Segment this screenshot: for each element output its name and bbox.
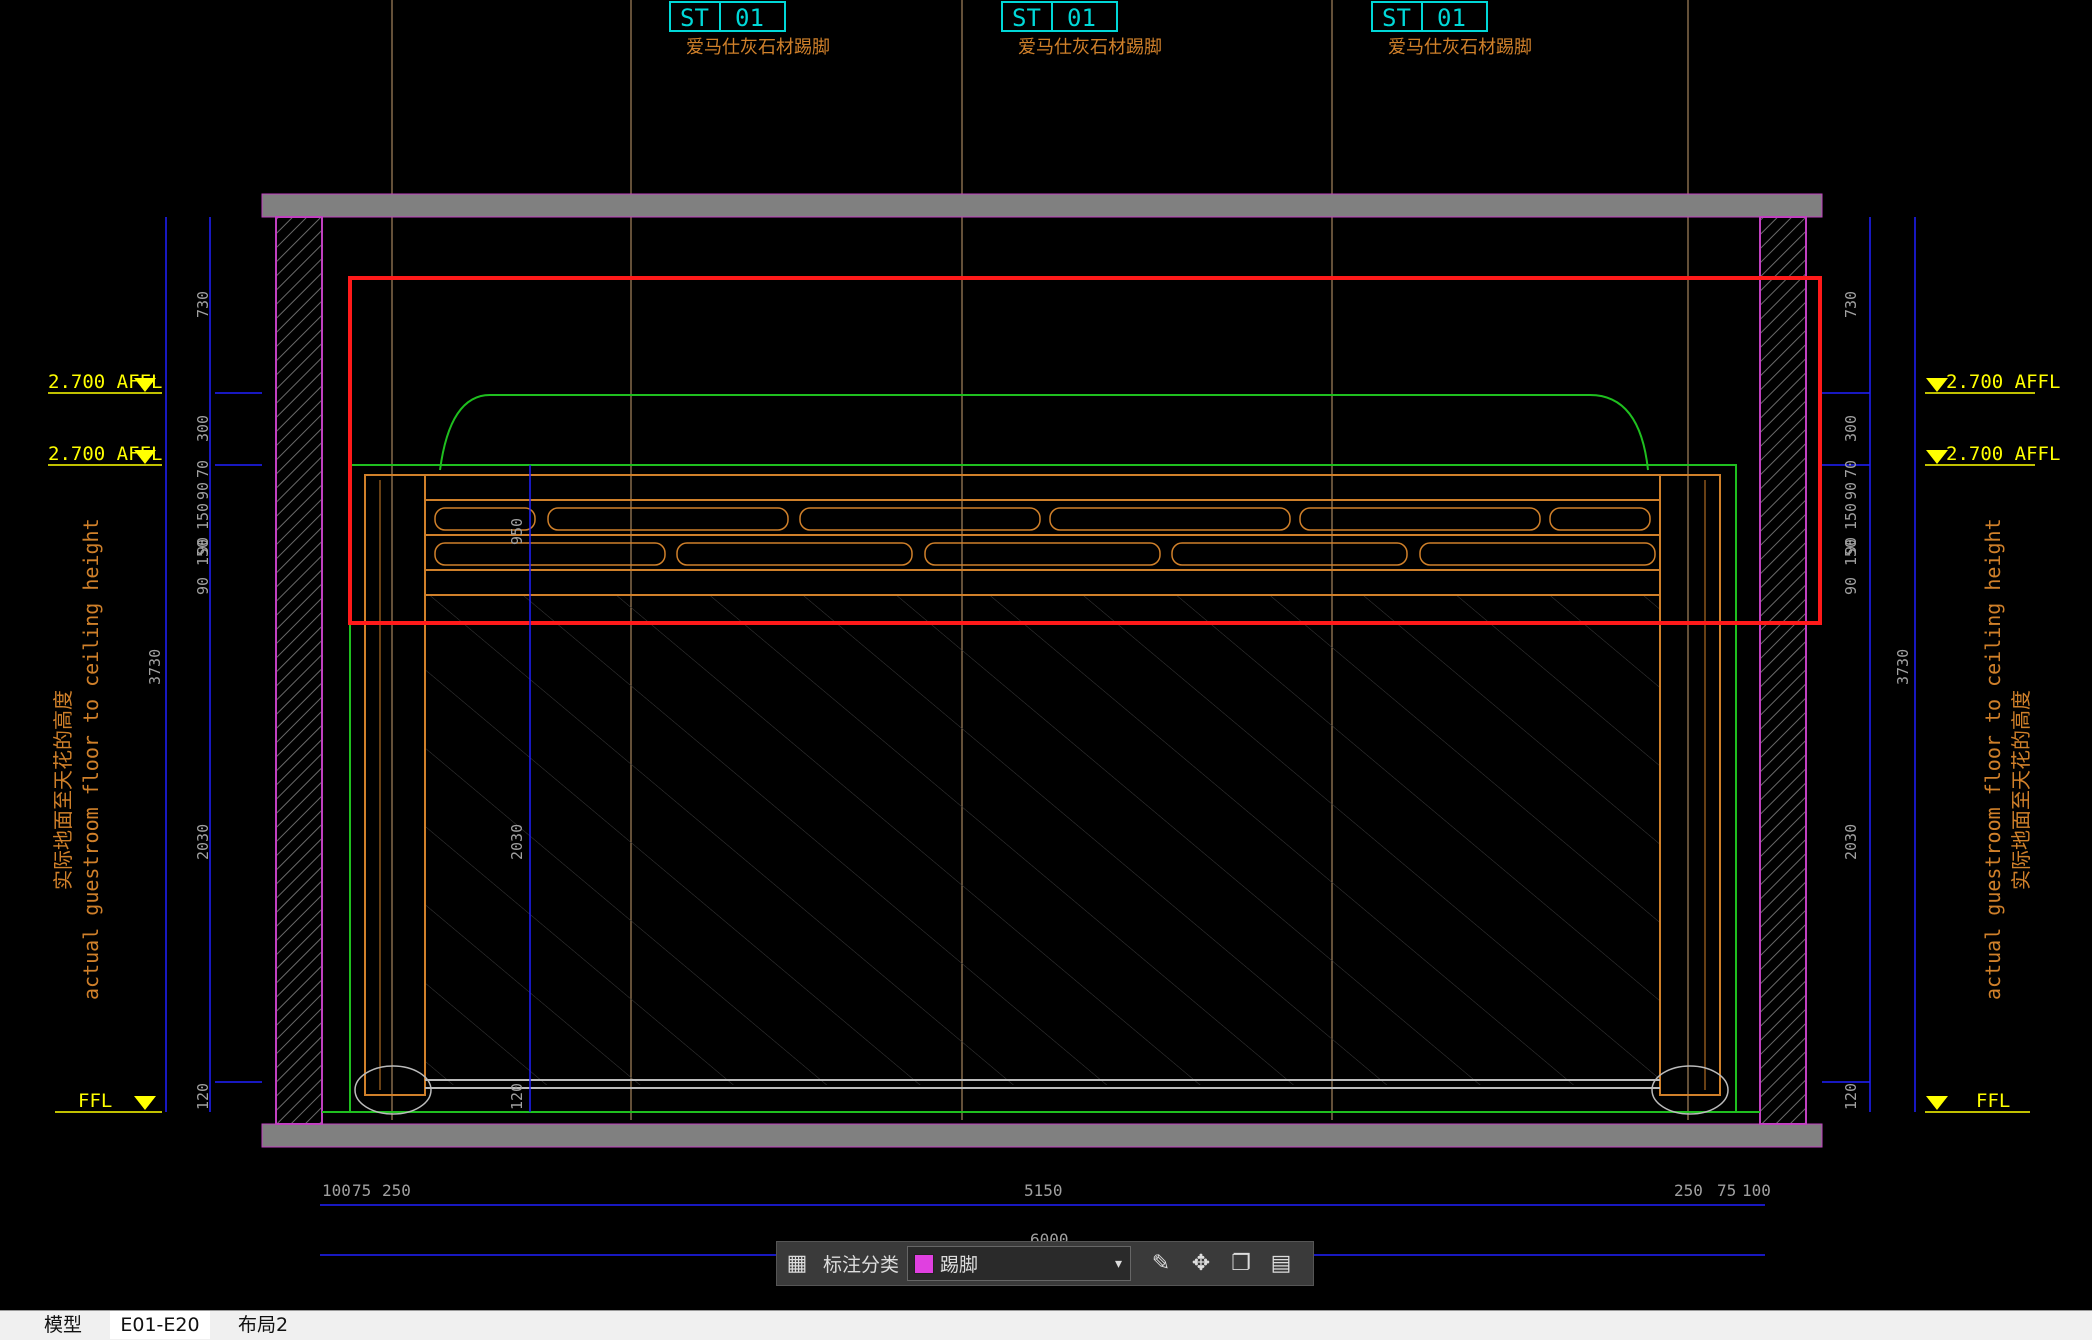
svg-text:120: 120: [1842, 1083, 1860, 1110]
annotation-category-label: 标注分类: [823, 1254, 900, 1276]
height-note-right: actual guestroom floor to ceiling height…: [1981, 518, 2033, 1000]
svg-text:150: 150: [1842, 503, 1860, 530]
svg-text:730: 730: [194, 291, 212, 318]
annotation-toolbar: ▦ 标注分类 踢脚 ▾ ✎ ✥ ❐ ▤: [776, 1241, 1314, 1286]
svg-text:150: 150: [1842, 539, 1860, 566]
svg-text:75: 75: [352, 1181, 371, 1200]
category-value: 踢脚: [940, 1254, 979, 1276]
svg-text:2030: 2030: [1842, 824, 1860, 860]
svg-text:90: 90: [194, 577, 212, 595]
floor-slab: [261, 1123, 1823, 1148]
tab-e01-e20[interactable]: E01-E20: [110, 1311, 210, 1339]
svg-text:70: 70: [194, 460, 212, 478]
left-wall: [275, 216, 323, 1125]
svg-text:300: 300: [1842, 415, 1860, 442]
svg-text:2030: 2030: [194, 824, 212, 860]
edit-icon[interactable]: ✎: [1141, 1242, 1181, 1285]
paste-icon[interactable]: ▤: [1261, 1242, 1301, 1285]
left-dimensions: 730 300 70 90 150 90 150 90 2030 120 373…: [146, 291, 212, 1110]
tag-code: ST: [680, 4, 709, 32]
selection-highlight[interactable]: [348, 276, 1822, 625]
tab-layout2[interactable]: 布局2: [218, 1311, 308, 1339]
tab-label: 模型: [43, 1314, 82, 1336]
svg-text:actual guestroom floor to ceil: actual guestroom floor to ceiling height: [79, 518, 103, 1000]
svg-text:3730: 3730: [1894, 649, 1912, 685]
svg-text:100: 100: [322, 1181, 351, 1200]
carved-panels: [434, 507, 1656, 566]
svg-text:150: 150: [194, 539, 212, 566]
tag-code: ST: [1382, 4, 1411, 32]
category-color-swatch: [914, 1253, 935, 1274]
right-wall: [1759, 216, 1807, 1125]
material-tag-2[interactable]: ST 01 爱马仕灰石材踢脚: [1001, 1, 1162, 58]
svg-text:2030: 2030: [508, 824, 526, 860]
svg-text:300: 300: [194, 415, 212, 442]
copy-icon[interactable]: ❐: [1221, 1242, 1261, 1285]
svg-text:120: 120: [508, 1083, 526, 1110]
svg-text:2.700 AFFL: 2.700 AFFL: [1946, 371, 2060, 393]
svg-text:实际地面至天花的高度: 实际地面至天花的高度: [51, 690, 75, 890]
svg-text:90: 90: [194, 482, 212, 500]
svg-text:150: 150: [194, 503, 212, 530]
tab-model[interactable]: 模型: [18, 1311, 108, 1339]
cad-drawing-canvas[interactable]: ST 01 爱马仕灰石材踢脚 ST 01 爱马仕灰石材踢脚 ST 01 爱马仕灰…: [0, 0, 2092, 1310]
ceiling-slab: [261, 193, 1823, 218]
tag-code: ST: [1012, 4, 1041, 32]
svg-text:70: 70: [1842, 460, 1860, 478]
tag-desc: 爱马仕灰石材踢脚: [1018, 37, 1162, 58]
right-dimensions: 730 300 70 90 150 90 150 90 2030 120 373…: [1842, 291, 1912, 1110]
svg-text:730: 730: [1842, 291, 1860, 318]
svg-text:actual guestroom floor to ceil: actual guestroom floor to ceiling height: [1981, 518, 2005, 1000]
tag-num: 01: [1437, 4, 1466, 32]
svg-text:2.700 AFFL: 2.700 AFFL: [1946, 443, 2060, 465]
category-select[interactable]: 踢脚 ▾: [907, 1246, 1132, 1281]
svg-text:90: 90: [1842, 577, 1860, 595]
svg-text:250: 250: [382, 1181, 411, 1200]
bottom-dimensions: 100 75 250 5150 250 75 100 6000: [322, 1181, 1771, 1249]
svg-text:FFL: FFL: [1976, 1090, 2010, 1112]
tab-label: E01-E20: [120, 1314, 200, 1336]
svg-text:950: 950: [508, 518, 526, 545]
tag-num: 01: [735, 4, 764, 32]
height-note-left: 实际地面至天花的高度 actual guestroom floor to cei…: [51, 518, 103, 1000]
tab-label: 布局2: [237, 1314, 289, 1336]
svg-text:5150: 5150: [1024, 1181, 1063, 1200]
chevron-down-icon: ▾: [1114, 1256, 1123, 1272]
svg-text:90: 90: [1842, 482, 1860, 500]
tag-desc: 爱马仕灰石材踢脚: [1388, 37, 1532, 58]
tag-num: 01: [1067, 4, 1096, 32]
material-tag-1[interactable]: ST 01 爱马仕灰石材踢脚: [669, 1, 830, 58]
material-tag-3[interactable]: ST 01 爱马仕灰石材踢脚: [1371, 1, 1532, 58]
svg-text:100: 100: [1742, 1181, 1771, 1200]
tag-desc: 爱马仕灰石材踢脚: [686, 37, 830, 58]
glass-panel: [425, 595, 1660, 1085]
svg-text:3730: 3730: [146, 649, 164, 685]
layout-tabbar: 模型 E01-E20 布局2: [0, 1310, 2092, 1340]
svg-text:75: 75: [1717, 1181, 1736, 1200]
svg-text:FFL: FFL: [78, 1090, 112, 1112]
svg-text:实际地面至天花的高度: 实际地面至天花的高度: [2009, 690, 2033, 890]
svg-text:250: 250: [1674, 1181, 1703, 1200]
svg-text:120: 120: [194, 1083, 212, 1110]
move-icon[interactable]: ✥: [1181, 1242, 1221, 1285]
grid-icon[interactable]: ▦: [777, 1242, 817, 1285]
